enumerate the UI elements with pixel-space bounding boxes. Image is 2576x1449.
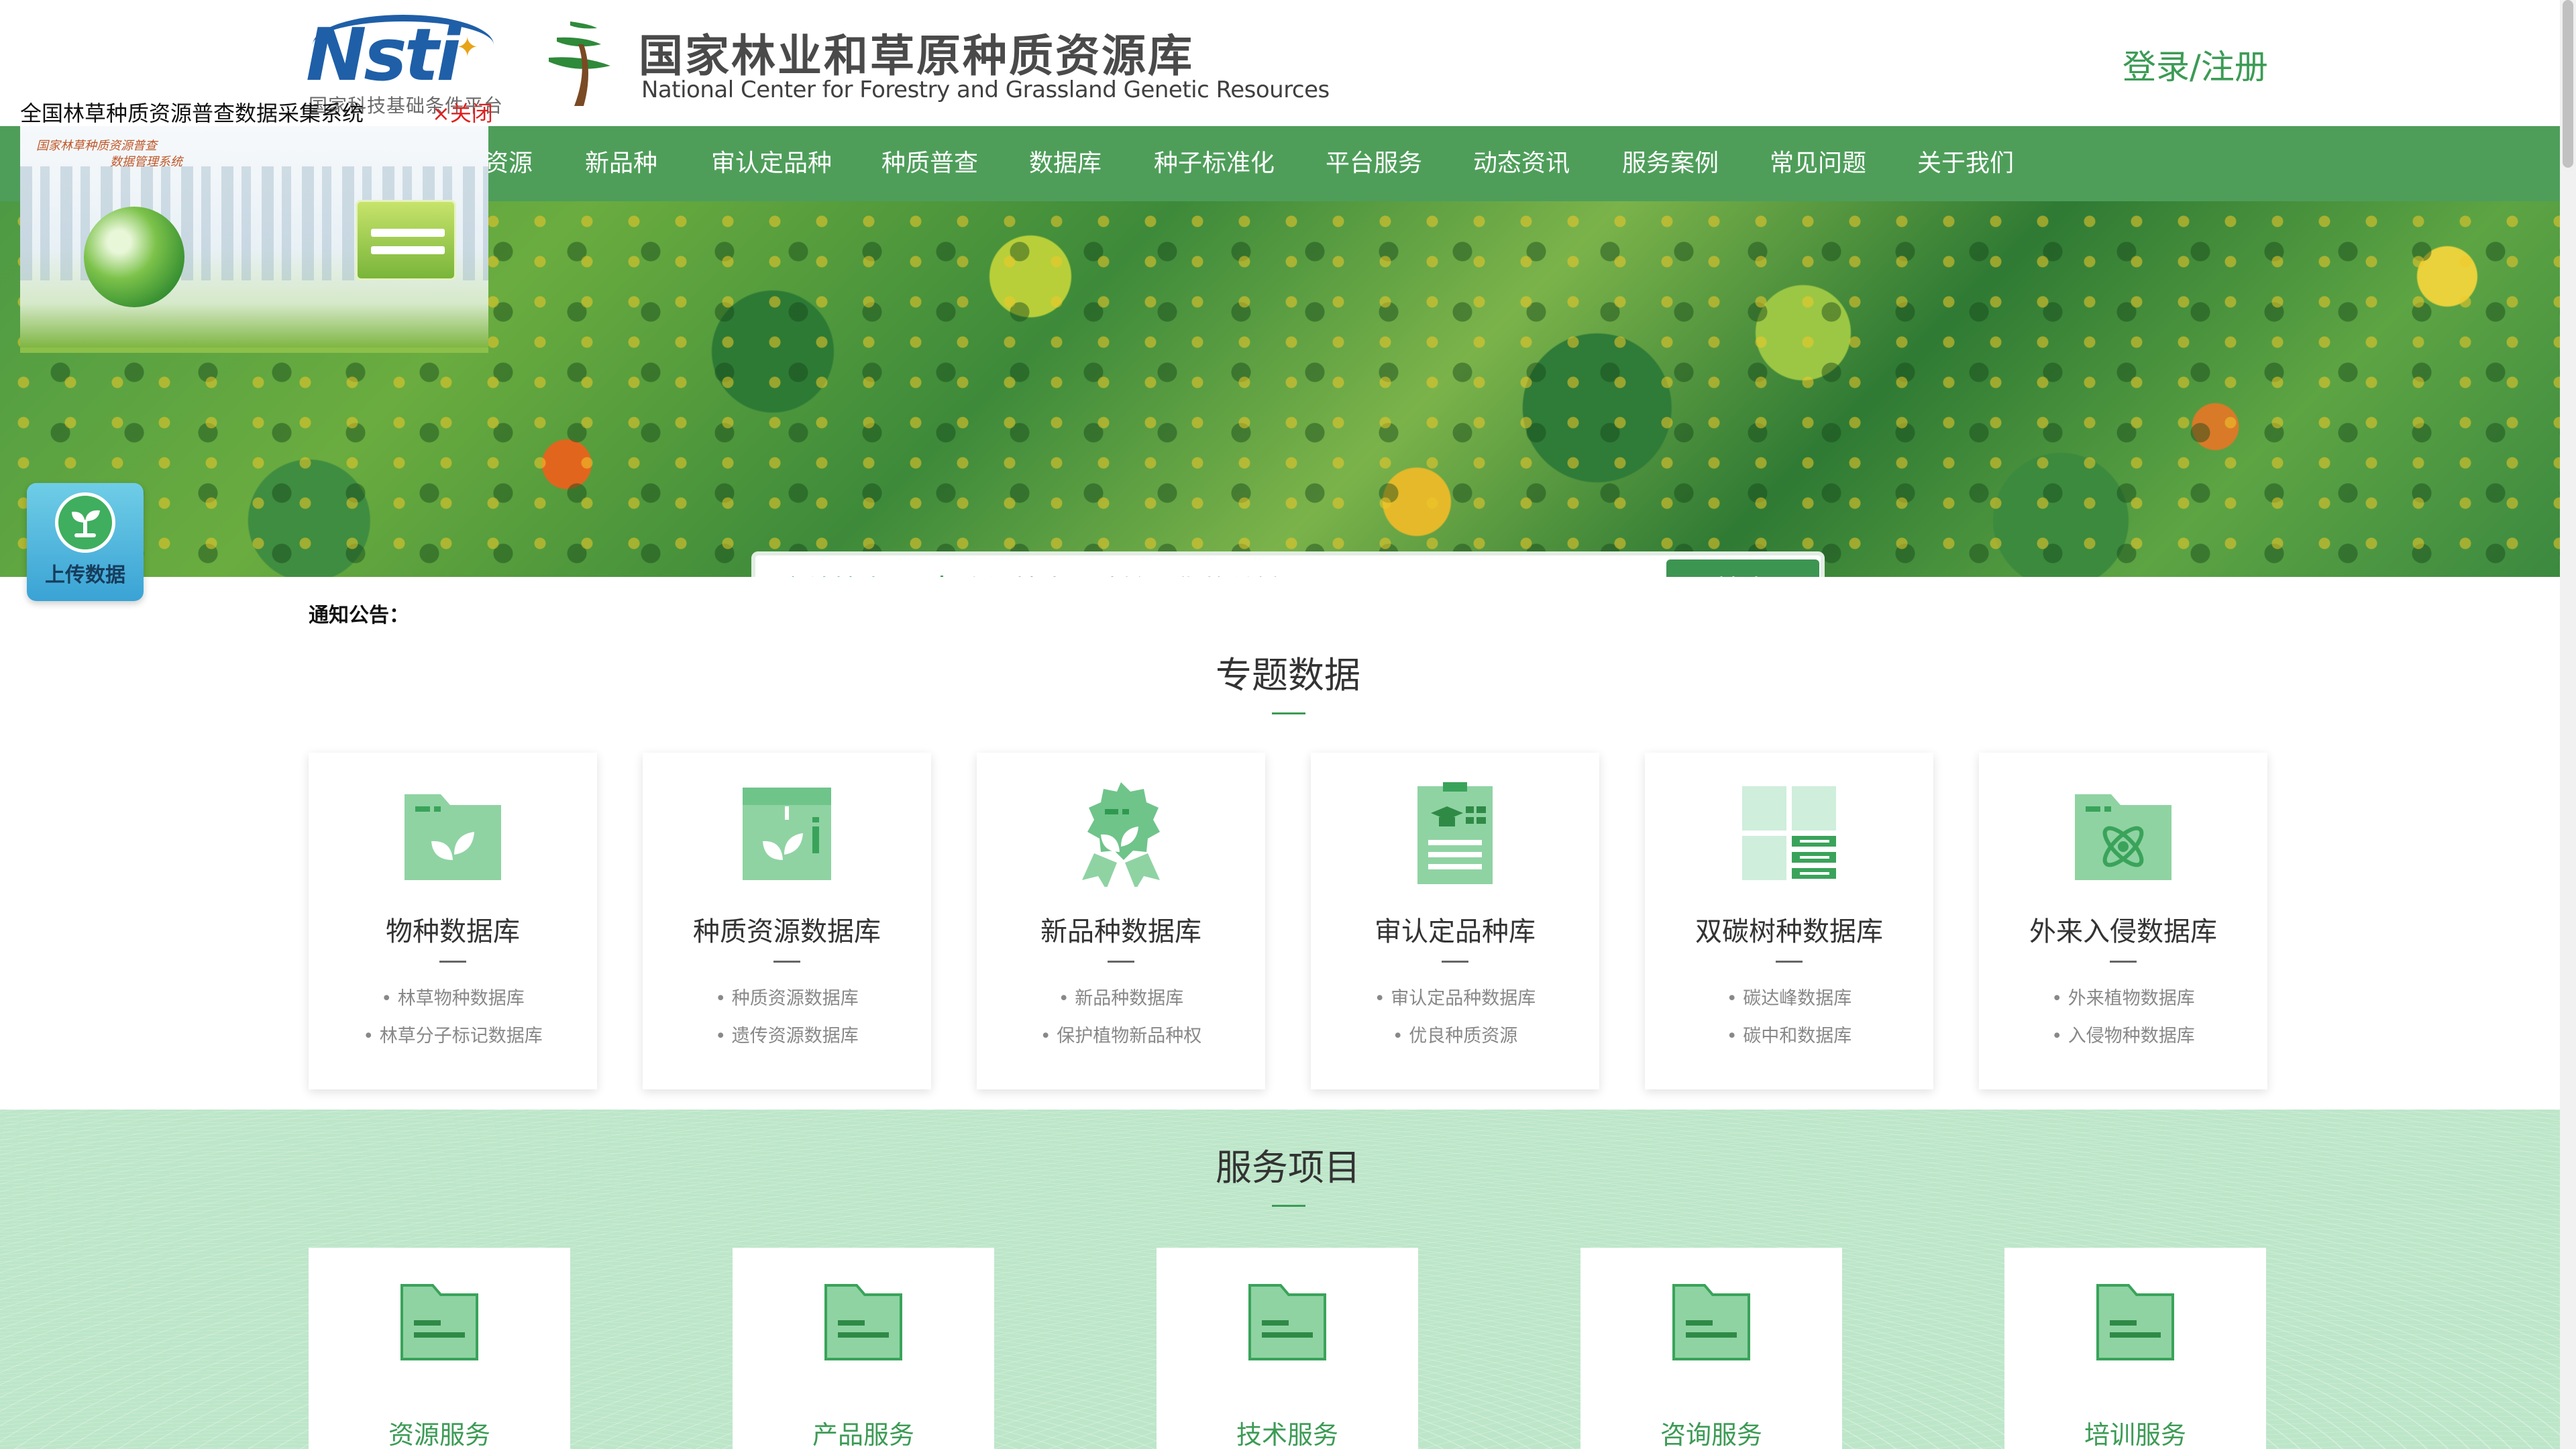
search-divider xyxy=(941,576,943,577)
folder-icon xyxy=(824,1284,902,1360)
topic-card-title: 新品种数据库 xyxy=(1040,916,1201,947)
search-scope-select[interactable]: 全站搜索 xyxy=(780,555,887,577)
topic-card-title: 种质资源数据库 xyxy=(693,916,881,947)
service-card-label: 技术服务 xyxy=(1236,1420,1338,1449)
service-card-resource[interactable]: 资源服务 xyxy=(309,1248,570,1449)
nav-item-about-us[interactable]: 关于我们 xyxy=(1917,126,2014,201)
topic-card-title: 审认定品种库 xyxy=(1375,916,1536,947)
topic-card-link[interactable]: • 林草分子标记数据库 xyxy=(309,1021,597,1047)
card-separator xyxy=(1776,961,1803,963)
nav-item-approved-varieties[interactable]: 审认定品种 xyxy=(711,126,832,201)
search-button[interactable]: 搜索 xyxy=(1666,559,1819,577)
topic-card-link[interactable]: • 林草物种数据库 xyxy=(309,983,597,1010)
topic-card-link[interactable]: • 新品种数据库 xyxy=(977,983,1265,1010)
chevron-down-icon[interactable]: ⌄ xyxy=(902,555,916,577)
tree-logo-icon[interactable] xyxy=(543,17,617,109)
panel-bar xyxy=(371,246,445,254)
login-register-link[interactable]: 登录/注册 xyxy=(2123,40,2268,89)
sprout-icon xyxy=(55,492,115,553)
folder-atom-icon xyxy=(2075,794,2171,880)
card-separator xyxy=(773,961,800,963)
nav-item-database[interactable]: 数据库 xyxy=(1029,126,1102,201)
service-card-technical[interactable]: 技术服务 xyxy=(1157,1248,1418,1449)
panel-bar xyxy=(371,229,445,237)
certificate-icon xyxy=(1417,782,1493,884)
nav-item-seed-standardization[interactable]: 种子标准化 xyxy=(1154,126,1275,201)
card-separator xyxy=(2110,961,2137,963)
topics-title-underline xyxy=(1272,712,1305,714)
service-card-training[interactable]: 培训服务 xyxy=(2004,1248,2266,1449)
upload-data-label: 上传数据 xyxy=(45,564,125,587)
popup-caption-line2: 数据管理系统 xyxy=(110,155,182,169)
service-card-label: 产品服务 xyxy=(812,1420,914,1449)
popup-title[interactable]: 全国林草种质资源普查数据采集系统 xyxy=(20,97,364,127)
folder-icon xyxy=(1672,1284,1750,1360)
service-card-label: 资源服务 xyxy=(388,1420,490,1449)
topic-card-germplasm[interactable]: 种质资源数据库 • 种质资源数据库 • 遗传资源数据库 xyxy=(643,753,931,1089)
services-section-title: 服务项目 xyxy=(1216,1146,1360,1189)
popup-banner-image[interactable]: 国家林草种质资源普查 数据管理系统 xyxy=(20,126,488,353)
grid-panel-icon xyxy=(1742,786,1836,880)
topic-card-species[interactable]: 物种数据库 • 林草物种数据库 • 林草分子标记数据库 xyxy=(309,753,597,1089)
card-separator xyxy=(439,961,466,963)
site-title: 国家林业和草原种质资源库 xyxy=(639,30,1194,82)
folder-icon xyxy=(2096,1284,2174,1360)
popup-image-caption: 国家林草种质资源普查 数据管理系统 xyxy=(36,138,182,170)
nav-item-news[interactable]: 动态资讯 xyxy=(1473,126,1570,201)
service-card-label: 咨询服务 xyxy=(1660,1420,1762,1449)
nav-item-faq[interactable]: 常见问题 xyxy=(1770,126,1866,201)
nav-item-resources[interactable]: 资源 xyxy=(484,126,533,201)
nav-item-new-varieties[interactable]: 新品种 xyxy=(585,126,657,201)
services-title-underline xyxy=(1272,1205,1305,1207)
nsti-logo-text: Nsti xyxy=(306,13,461,97)
service-card-label: 培训服务 xyxy=(2084,1420,2186,1449)
floating-popup: 全国林草种质资源普查数据采集系统 ×关闭 国家林草种质资源普查 数据管理系统 xyxy=(16,94,493,356)
folder-leaf-icon xyxy=(405,794,501,880)
topic-card-title: 物种数据库 xyxy=(386,916,520,947)
nav-item-service-cases[interactable]: 服务案例 xyxy=(1622,126,1719,201)
card-separator xyxy=(1442,961,1468,963)
topic-card-link[interactable]: • 审认定品种数据库 xyxy=(1311,983,1599,1010)
topic-card-link[interactable]: • 遗传资源数据库 xyxy=(643,1021,931,1047)
nav-item-germplasm-survey[interactable]: 种质普查 xyxy=(881,126,978,201)
topic-card-link[interactable]: • 外来植物数据库 xyxy=(1979,983,2267,1010)
folder-icon xyxy=(1248,1284,1326,1360)
topic-card-dual-carbon[interactable]: 双碳树种数据库 • 碳达峰数据库 • 碳中和数据库 xyxy=(1645,753,1933,1089)
search-input[interactable] xyxy=(961,568,1699,577)
scrollbar-thumb[interactable] xyxy=(2563,0,2573,168)
topic-card-link[interactable]: • 优良种质资源 xyxy=(1311,1021,1599,1047)
topic-card-link[interactable]: • 种质资源数据库 xyxy=(643,983,931,1010)
topic-card-approved-varieties[interactable]: 审认定品种库 • 审认定品种数据库 • 优良种质资源 xyxy=(1311,753,1599,1089)
topic-card-link[interactable]: • 入侵物种数据库 xyxy=(1979,1021,2267,1047)
nsti-star-icon: ✦ xyxy=(456,32,479,63)
topic-card-link[interactable]: • 碳达峰数据库 xyxy=(1645,983,1933,1010)
topic-card-link[interactable]: • 保护植物新品种权 xyxy=(977,1021,1265,1047)
search-box: 全站搜索 ⌄ 搜索 xyxy=(751,551,1825,577)
topic-card-link[interactable]: • 碳中和数据库 xyxy=(1645,1021,1933,1047)
popup-close-button[interactable]: ×关闭 xyxy=(432,97,493,127)
topic-card-title: 双碳树种数据库 xyxy=(1695,916,1883,947)
topic-card-title: 外来入侵数据库 xyxy=(2029,916,2217,947)
service-card-consulting[interactable]: 咨询服务 xyxy=(1580,1248,1842,1449)
badge-leaf-icon xyxy=(1082,782,1160,887)
service-card-product[interactable]: 产品服务 xyxy=(733,1248,994,1449)
login-panel-graphic xyxy=(356,200,456,280)
card-separator xyxy=(1108,961,1134,963)
site-title-english: National Center for Forestry and Grassla… xyxy=(641,76,1330,103)
popup-caption-line1: 国家林草种质资源普查 xyxy=(36,139,157,153)
nav-item-platform-services[interactable]: 平台服务 xyxy=(1326,126,1422,201)
upload-data-button[interactable]: 上传数据 xyxy=(27,483,144,601)
page-scrollbar[interactable] xyxy=(2560,0,2576,1449)
topic-card-new-varieties[interactable]: 新品种数据库 • 新品种数据库 • 保护植物新品种权 xyxy=(977,753,1265,1089)
folder-icon xyxy=(400,1284,478,1360)
globe-icon xyxy=(84,207,184,307)
topic-card-invasive[interactable]: 外来入侵数据库 • 外来植物数据库 • 入侵物种数据库 xyxy=(1979,753,2267,1089)
notice-label: 通知公告： xyxy=(309,604,409,627)
topics-section-title: 专题数据 xyxy=(1216,654,1360,696)
box-leaf-icon xyxy=(743,788,831,880)
